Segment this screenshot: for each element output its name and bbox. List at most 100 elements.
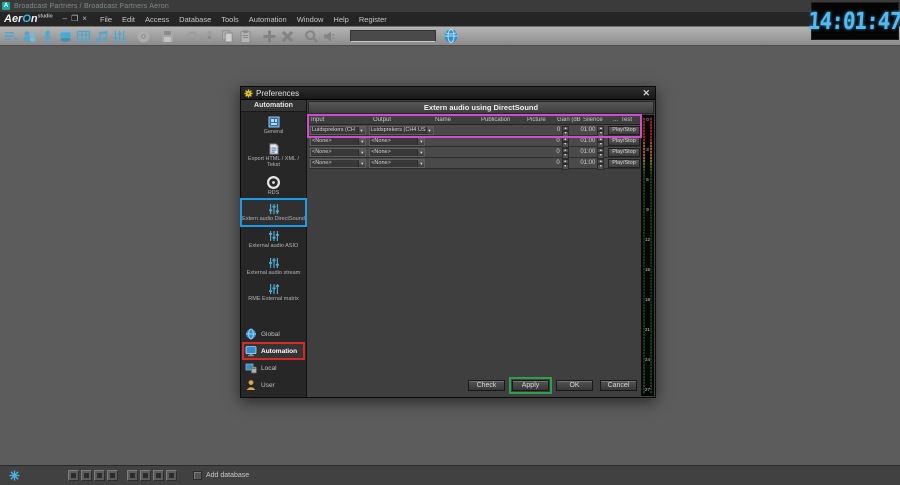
sidebar-item-rds[interactable]: RDS <box>241 172 306 200</box>
gain-value[interactable]: 0 <box>545 127 563 133</box>
add-icon[interactable] <box>260 28 278 44</box>
music-icon[interactable] <box>92 28 110 44</box>
publication-cell[interactable] <box>471 158 515 168</box>
output-combo[interactable]: <None>▼ <box>369 137 425 146</box>
menu-automation[interactable]: Automation <box>244 15 292 24</box>
play-stop-button[interactable]: Play/Stop <box>608 137 640 146</box>
silence-stepper[interactable]: ▲▼ <box>597 159 604 168</box>
chevron-down-icon[interactable]: ▼ <box>417 160 424 167</box>
close-icon[interactable]: × <box>82 14 87 24</box>
menu-register[interactable]: Register <box>354 15 392 24</box>
silence-stepper[interactable]: ▲▼ <box>597 148 604 157</box>
check-button[interactable]: Check <box>468 380 505 391</box>
input-combo[interactable]: <None>▼ <box>310 148 366 157</box>
menu-help[interactable]: Help <box>328 15 353 24</box>
statusbar-button[interactable] <box>153 470 164 481</box>
silence-value[interactable]: 01:00 <box>569 127 597 133</box>
sidebar-item-external-audio-stream[interactable]: External audio stream <box>241 253 306 280</box>
paste-icon[interactable] <box>236 28 254 44</box>
statusbar-button[interactable] <box>127 470 138 481</box>
add-database-checkbox[interactable] <box>193 471 202 480</box>
add-database-control[interactable]: Add database <box>193 471 249 480</box>
restore-icon[interactable]: ❐ <box>71 14 78 24</box>
gain-stepper[interactable]: ▲▼ <box>562 137 569 146</box>
name-cell[interactable] <box>427 147 471 157</box>
gain-stepper[interactable]: ▲▼ <box>562 148 569 157</box>
sidebar-item-extern-audio-directsound[interactable]: Extern audio DirectSound <box>241 199 306 226</box>
chevron-down-icon[interactable]: ▼ <box>358 127 365 134</box>
name-cell[interactable] <box>427 158 471 168</box>
minimize-icon[interactable]: – <box>63 14 67 24</box>
delete-icon[interactable] <box>278 28 296 44</box>
globe-icon[interactable] <box>442 28 460 44</box>
statusbar-button[interactable] <box>94 470 105 481</box>
gain-value[interactable]: 0 <box>544 160 562 166</box>
chevron-down-icon[interactable]: ▼ <box>358 160 365 167</box>
scope-item-local[interactable]: Local <box>243 360 304 376</box>
scope-item-automation[interactable]: Automation <box>243 343 304 359</box>
play-stop-button[interactable]: Play/Stop <box>608 126 640 135</box>
sidebar-item-general[interactable]: General <box>241 112 306 139</box>
gain-stepper[interactable]: ▲▼ <box>562 159 569 168</box>
silence-value[interactable]: 01:00 <box>569 138 598 144</box>
sidebar-item-rme-external-matrix[interactable]: RME External matrix <box>241 279 306 306</box>
mixer-icon[interactable] <box>110 28 128 44</box>
silence-value[interactable]: 01:00 <box>569 160 598 166</box>
statusbar-button[interactable] <box>107 470 118 481</box>
output-combo[interactable]: <None>▼ <box>369 148 425 157</box>
undo-icon[interactable] <box>182 28 200 44</box>
dialog-close-icon[interactable]: ✕ <box>640 88 652 99</box>
gain-value[interactable]: 0 <box>544 138 562 144</box>
chevron-down-icon[interactable]: ▼ <box>417 149 424 156</box>
picture-cell[interactable] <box>515 158 544 168</box>
picture-cell[interactable] <box>516 125 544 135</box>
silence-value[interactable]: 01:00 <box>569 149 598 155</box>
gain-value[interactable]: 0 <box>544 149 562 155</box>
statusbar-button[interactable] <box>140 470 151 481</box>
output-combo[interactable]: <None>▼ <box>369 159 425 168</box>
chevron-down-icon[interactable]: ▼ <box>417 138 424 145</box>
menu-database[interactable]: Database <box>174 15 216 24</box>
ok-button[interactable]: OK <box>556 380 593 391</box>
volume-icon[interactable] <box>320 28 338 44</box>
silence-stepper[interactable]: ▲▼ <box>597 137 604 146</box>
picture-cell[interactable] <box>515 136 544 146</box>
publication-cell[interactable] <box>471 136 515 146</box>
scope-item-global[interactable]: Global <box>243 326 304 342</box>
statusbar-button[interactable] <box>68 470 79 481</box>
sidebar-item-export-html-xml-tekst[interactable]: Export HTML / XML / Tekst <box>241 139 306 172</box>
menu-access[interactable]: Access <box>140 15 174 24</box>
search-icon[interactable] <box>302 28 320 44</box>
microphone-icon[interactable] <box>38 28 56 44</box>
publication-cell[interactable] <box>473 125 516 135</box>
menu-tools[interactable]: Tools <box>216 15 244 24</box>
copy-icon[interactable] <box>218 28 236 44</box>
apply-button[interactable]: Apply <box>512 380 549 391</box>
statusbar-button[interactable] <box>166 470 177 481</box>
silence-stepper[interactable]: ▲▼ <box>597 126 604 135</box>
output-combo[interactable]: Luidsprekers (CH4 US▼ <box>369 126 434 135</box>
gain-stepper[interactable]: ▲▼ <box>562 126 569 135</box>
database-icon[interactable] <box>56 28 74 44</box>
play-stop-button[interactable]: Play/Stop <box>608 159 640 168</box>
input-combo[interactable]: Luidsprekers (CH▼ <box>310 126 366 135</box>
statusbar-button[interactable] <box>81 470 92 481</box>
input-combo[interactable]: <None>▼ <box>310 137 366 146</box>
chevron-down-icon[interactable]: ▼ <box>358 149 365 156</box>
play-stop-button[interactable]: Play/Stop <box>608 148 640 157</box>
users-icon[interactable] <box>20 28 38 44</box>
scope-item-user[interactable]: User <box>243 377 304 393</box>
menu-edit[interactable]: Edit <box>117 15 140 24</box>
playlist-icon[interactable] <box>2 28 20 44</box>
cancel-button[interactable]: Cancel <box>600 380 637 391</box>
picture-cell[interactable] <box>515 147 544 157</box>
menu-window[interactable]: Window <box>292 15 329 24</box>
publication-cell[interactable] <box>471 147 515 157</box>
grid-icon[interactable] <box>74 28 92 44</box>
disc-icon[interactable] <box>134 28 152 44</box>
chevron-down-icon[interactable]: ▼ <box>358 138 365 145</box>
menu-file[interactable]: File <box>95 15 117 24</box>
sidebar-item-external-audio-asio[interactable]: External audio ASIO <box>241 226 306 253</box>
plug-icon[interactable] <box>200 28 218 44</box>
input-combo[interactable]: <None>▼ <box>310 159 366 168</box>
